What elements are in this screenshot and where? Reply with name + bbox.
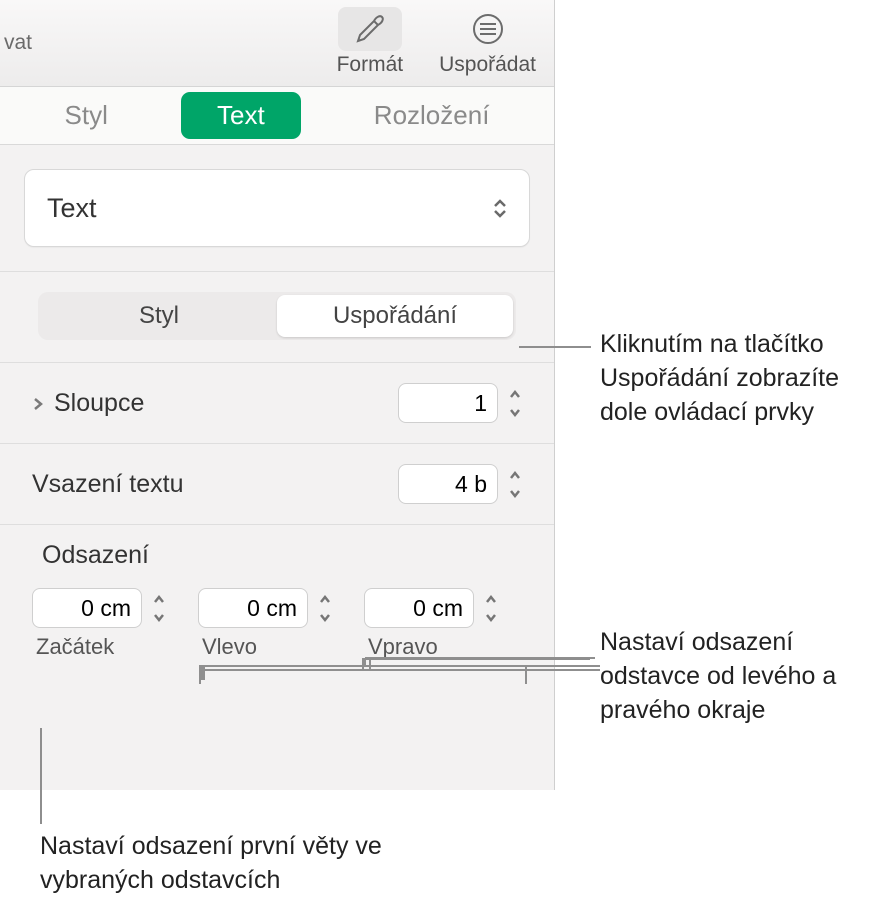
paintbrush-icon [338,7,402,51]
indent-header-label: Odsazení [42,541,149,570]
columns-stepper [398,383,526,423]
paragraph-style-dropdown[interactable]: Text [24,169,530,247]
format-button-label: Formát [337,53,404,77]
indent-right-field: Vpravo [364,588,502,660]
indent-right-step-up[interactable] [480,590,502,608]
indent-first-step-down[interactable] [148,608,170,626]
tab-layout[interactable]: Rozložení [338,92,526,139]
arrange-button[interactable]: Uspořádat [421,3,554,83]
toolbar: vat Formát Uspořádat [0,0,554,87]
margins-bracket [200,656,530,684]
chevron-right-icon [32,389,44,418]
updown-chevron-icon [493,199,507,218]
segmented-control: Styl Uspořádání [38,292,516,340]
indent-first-step-up[interactable] [148,590,170,608]
indent-first-stepper [32,588,170,628]
indent-fields: Začátek Vlevo [32,588,526,660]
arrange-button-label: Uspořádat [439,53,536,77]
indent-right-step-down[interactable] [480,608,502,626]
indent-header[interactable]: Odsazení [32,541,526,570]
format-button[interactable]: Formát [319,3,422,83]
text-inset-stepper [398,464,526,504]
columns-label-wrap[interactable]: Sloupce [32,389,398,418]
indent-left-step-up[interactable] [314,590,336,608]
indent-right-input[interactable] [364,588,474,628]
segment-style[interactable]: Styl [41,295,277,337]
callout-layout-button: Kliknutím na tlačítko Uspořádání zobrazí… [600,328,880,429]
indent-left-input[interactable] [198,588,308,628]
indent-first-sublabel: Začátek [36,634,114,660]
indent-left-step-down[interactable] [314,608,336,626]
columns-label: Sloupce [54,389,144,418]
indent-left-field: Vlevo [198,588,336,660]
arrange-icon [470,7,506,51]
text-inset-label: Vsazení textu [32,470,398,499]
columns-step-down[interactable] [504,403,526,421]
columns-row: Sloupce [0,363,554,444]
text-inset-step-up[interactable] [504,466,526,484]
dropdown-value: Text [47,193,97,224]
main-tabs: Styl Text Rozložení [0,87,554,145]
text-inset-row: Vsazení textu [0,444,554,525]
style-dropdown-section: Text [0,145,554,272]
callout-line [519,346,591,348]
indent-right-stepper [364,588,502,628]
callout-first-line: Nastaví odsazení první věty ve vybraných… [40,830,400,898]
text-inset-step-down[interactable] [504,484,526,502]
callout-line-firstline-v [40,728,42,824]
indent-first-field: Začátek [32,588,170,660]
toolbar-cut-label: vat [4,31,32,55]
text-inset-input[interactable] [398,464,498,504]
callout-margins: Nastaví odsazení odstavce od levého a pr… [600,626,880,727]
content-area: Text Styl Uspořádání Sloupce [0,145,554,688]
indent-first-input[interactable] [32,588,142,628]
segmented-section: Styl Uspořádání [0,272,554,363]
tab-text[interactable]: Text [181,92,301,139]
segment-layout[interactable]: Uspořádání [277,295,513,337]
columns-input[interactable] [398,383,498,423]
columns-step-up[interactable] [504,385,526,403]
indent-left-stepper [198,588,336,628]
tab-style[interactable]: Styl [29,92,144,139]
